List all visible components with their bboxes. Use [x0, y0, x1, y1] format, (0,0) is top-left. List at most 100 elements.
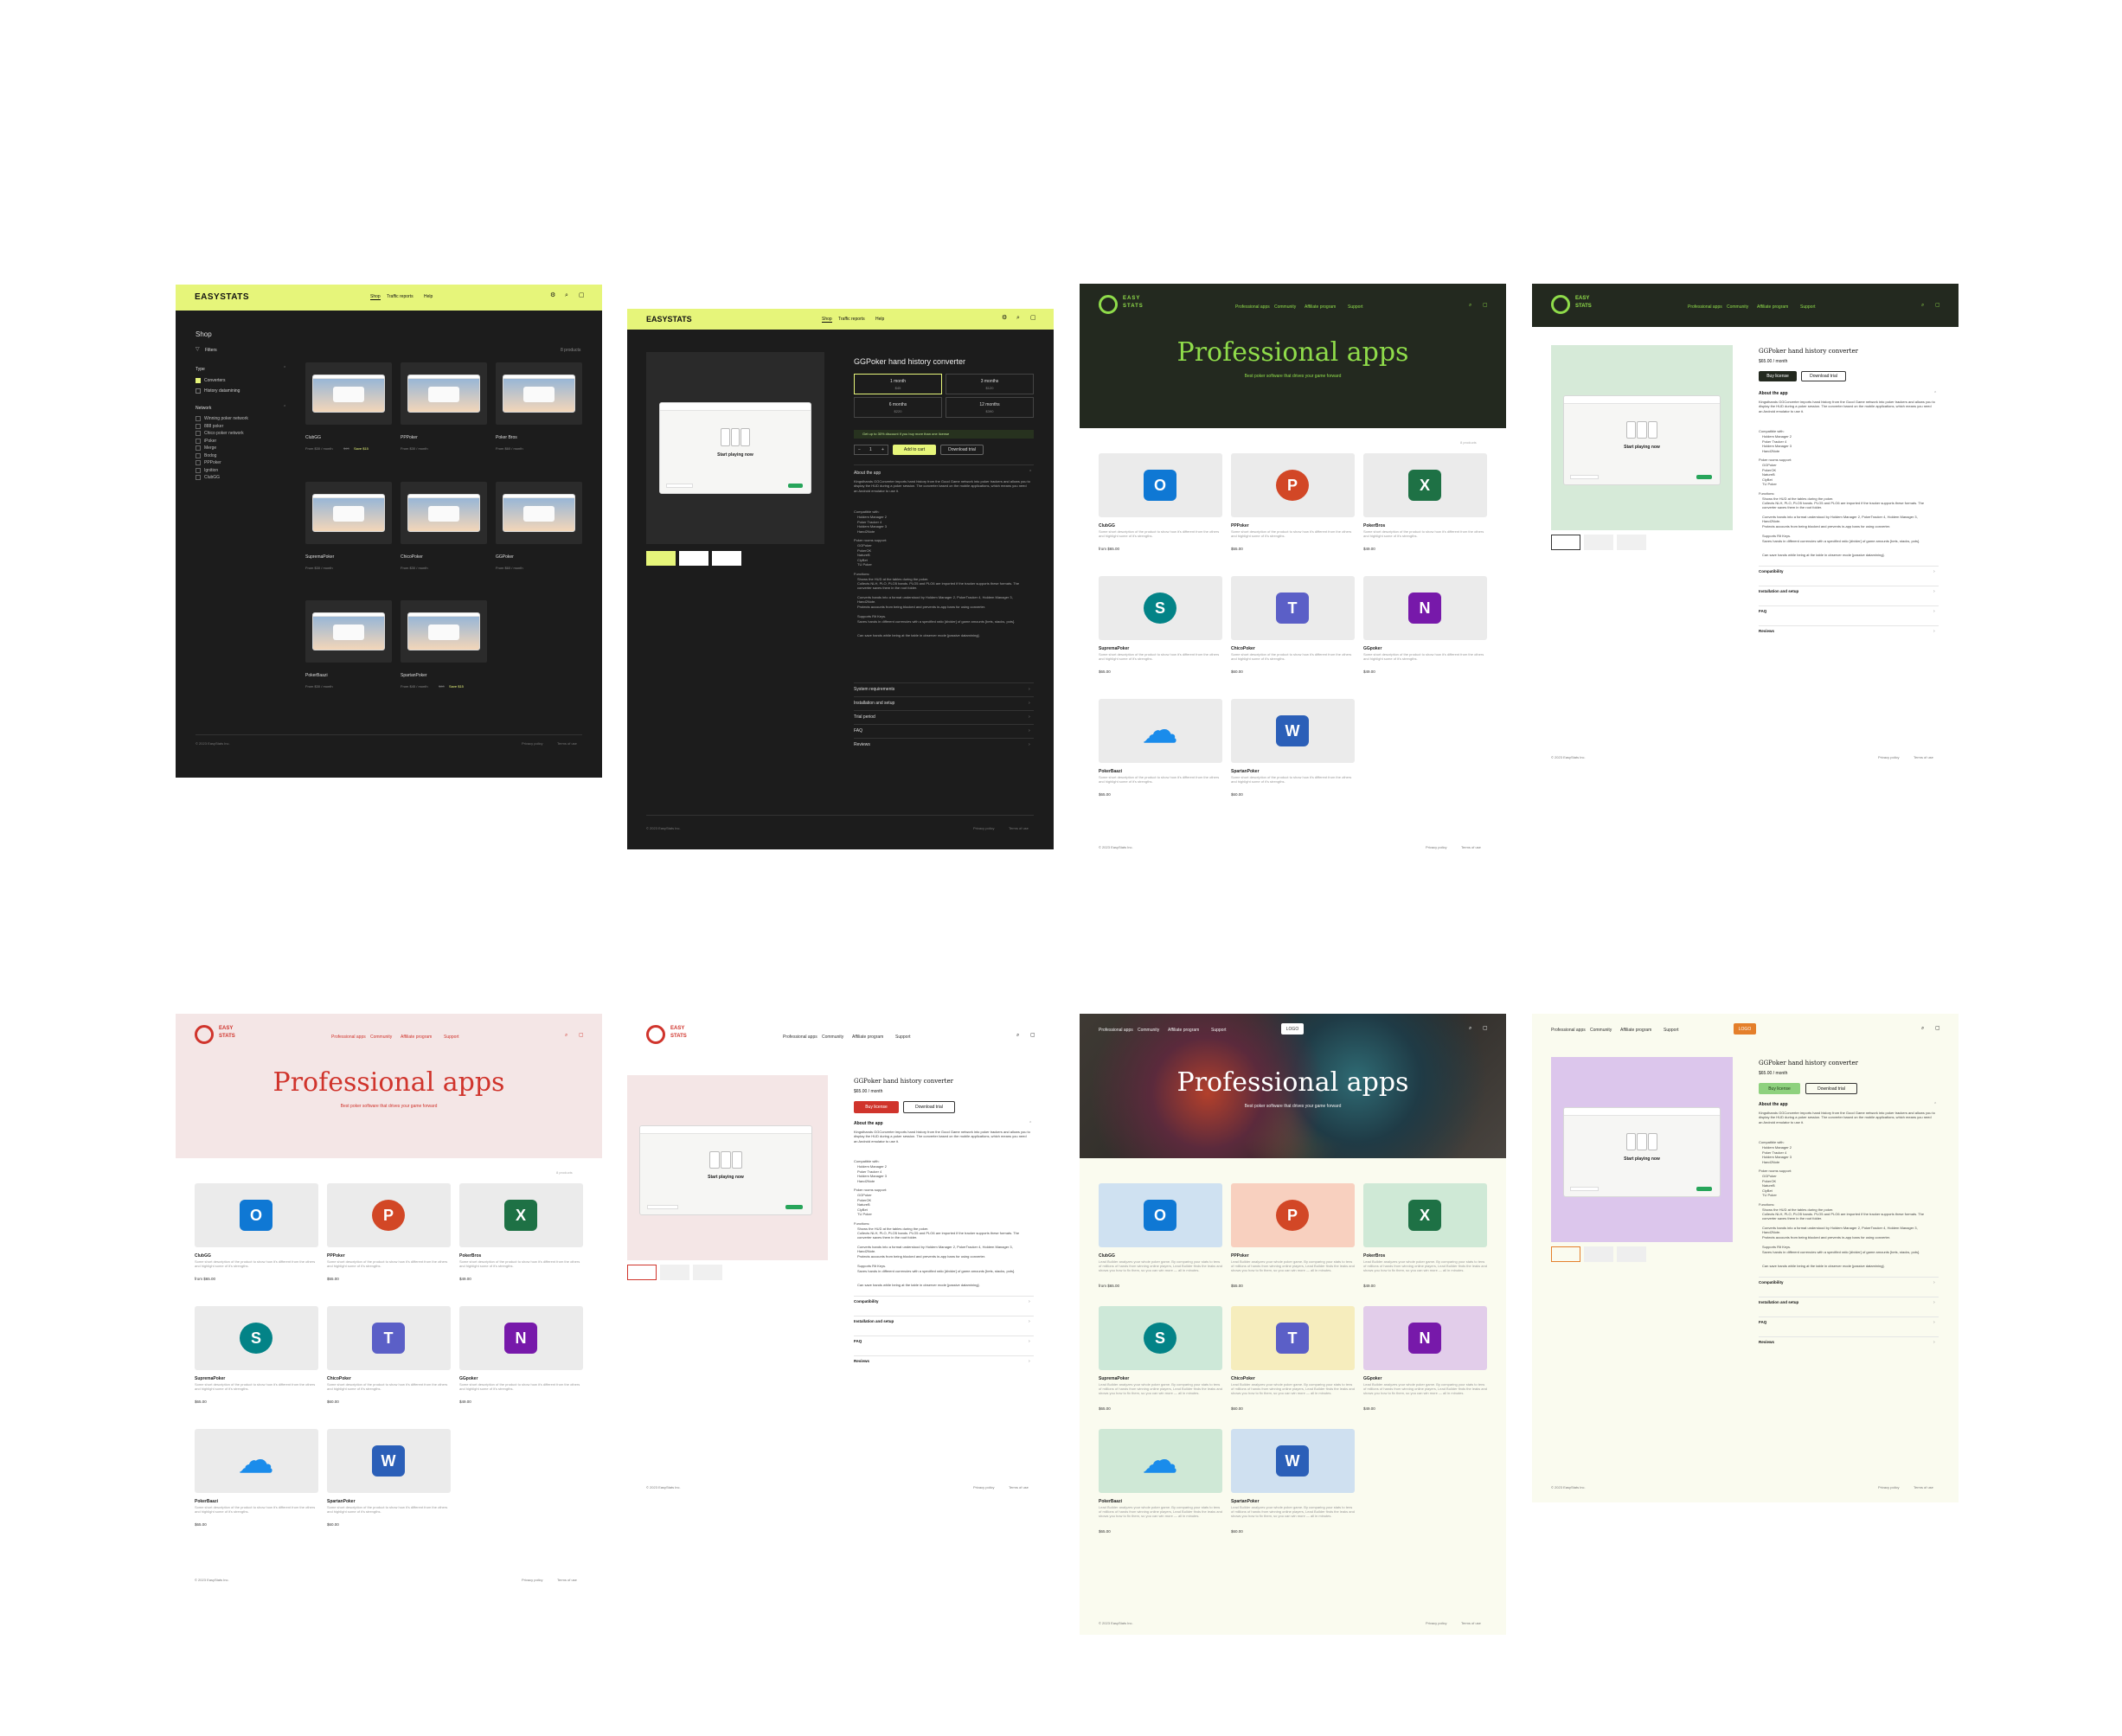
nav-help[interactable]: Help: [424, 294, 433, 299]
thumbnail[interactable]: [1617, 535, 1646, 550]
logo-badge[interactable]: LOGO: [1734, 1023, 1756, 1035]
filter-history-datamining[interactable]: History datamining: [204, 388, 240, 394]
footer-terms-link[interactable]: Terms of use: [1461, 845, 1481, 849]
wordmark-logo[interactable]: EASYSTATS: [646, 315, 692, 324]
thumbnail-active[interactable]: [627, 1265, 657, 1280]
search-icon[interactable]: ⌕: [1921, 303, 1924, 310]
wordmark-logo[interactable]: EASYSTATS: [195, 292, 249, 304]
filter-icon[interactable]: ▽: [196, 347, 200, 354]
product-name[interactable]: ClubGG: [1099, 523, 1115, 528]
thumbnail[interactable]: [693, 1265, 722, 1280]
footer-terms-link[interactable]: Terms of use: [1914, 755, 1933, 759]
accordion-about[interactable]: About the app: [854, 1121, 883, 1126]
product-name[interactable]: GGpoker: [1363, 646, 1382, 651]
product-name[interactable]: ClubGG: [305, 435, 321, 440]
product-name[interactable]: PokerBaazi: [195, 1499, 218, 1504]
product-card-image[interactable]: [496, 482, 582, 544]
chevron-right-icon[interactable]: ›: [1029, 1319, 1030, 1324]
thumbnail[interactable]: [679, 551, 708, 566]
product-card-image[interactable]: [305, 482, 392, 544]
logo-text[interactable]: EASY: [219, 1026, 233, 1033]
nav-link[interactable]: Community: [370, 1035, 392, 1040]
product-image[interactable]: P: [1231, 453, 1355, 517]
cart-icon[interactable]: ▢: [1935, 1026, 1940, 1033]
checkbox[interactable]: [196, 460, 201, 465]
product-name[interactable]: GGPoker: [496, 554, 514, 560]
product-image[interactable]: X: [1363, 1183, 1487, 1247]
nav-link[interactable]: Affiliate program: [401, 1035, 432, 1040]
product-card-image[interactable]: [305, 600, 392, 663]
chevron-right-icon[interactable]: ›: [1029, 687, 1030, 692]
settings-icon[interactable]: ⚙: [1002, 315, 1007, 323]
nav-shop[interactable]: Shop: [822, 317, 832, 323]
logo-icon[interactable]: [195, 1025, 214, 1044]
product-name[interactable]: PPPoker: [1231, 523, 1249, 528]
chevron-right-icon[interactable]: ›: [1933, 1280, 1935, 1285]
nav-help[interactable]: Help: [875, 317, 884, 322]
accordion-header[interactable]: Installation and setup: [1759, 589, 1798, 594]
accordion-header[interactable]: Trial period: [854, 714, 875, 720]
accordion-header[interactable]: Installation and setup: [854, 1319, 894, 1324]
footer-terms-link[interactable]: Terms of use: [1009, 1485, 1029, 1489]
product-image[interactable]: O: [1099, 1183, 1222, 1247]
cart-icon[interactable]: ▢: [1030, 1033, 1035, 1040]
chevron-up-icon[interactable]: ⌃: [283, 405, 286, 410]
chevron-right-icon[interactable]: ›: [1933, 1340, 1935, 1345]
logo-text[interactable]: EASY: [1123, 296, 1140, 303]
accordion-header[interactable]: Reviews: [854, 1359, 869, 1364]
nav-link[interactable]: Community: [1274, 304, 1296, 310]
logo-text[interactable]: STATS: [670, 1034, 687, 1041]
footer-privacy-link[interactable]: Privacy policy: [1878, 1485, 1899, 1489]
accordion-header[interactable]: Compatibility: [854, 1299, 879, 1304]
chevron-right-icon[interactable]: ›: [1933, 569, 1935, 574]
product-name[interactable]: SpartanPoker: [327, 1499, 356, 1504]
filter-network[interactable]: Merge: [204, 445, 216, 451]
footer-privacy-link[interactable]: Privacy policy: [973, 826, 994, 830]
product-image[interactable]: W: [1231, 699, 1355, 763]
chevron-right-icon[interactable]: ›: [1029, 714, 1030, 720]
checkbox[interactable]: [196, 423, 201, 429]
accordion-header[interactable]: Installation and setup: [1759, 1300, 1798, 1305]
thumbnail[interactable]: [712, 551, 741, 566]
product-name[interactable]: PokerBros: [459, 1253, 481, 1259]
product-name[interactable]: ChicoPoker: [401, 554, 423, 560]
footer-terms-link[interactable]: Terms of use: [557, 1578, 577, 1582]
product-image[interactable]: P: [1231, 1183, 1355, 1247]
buy-license-button[interactable]: Buy license: [854, 1101, 899, 1113]
product-name[interactable]: SpartanPoker: [1231, 1499, 1260, 1504]
chevron-right-icon[interactable]: ›: [1933, 1300, 1935, 1305]
accordion-about[interactable]: About the app: [1759, 1102, 1788, 1107]
accordion-header[interactable]: Reviews: [854, 742, 870, 747]
product-image[interactable]: S: [1099, 1306, 1222, 1370]
filter-network[interactable]: ClubGG: [204, 475, 220, 480]
product-image[interactable]: X: [1363, 453, 1487, 517]
nav-link[interactable]: Support: [895, 1035, 911, 1040]
footer-terms-link[interactable]: Terms of use: [1009, 826, 1029, 830]
nav-link[interactable]: Affiliate program: [1620, 1028, 1651, 1033]
accordion-header[interactable]: FAQ: [1759, 609, 1766, 614]
product-image[interactable]: ☁: [195, 1429, 318, 1493]
product-image[interactable]: O: [1099, 453, 1222, 517]
checkbox[interactable]: [196, 445, 201, 451]
type-label[interactable]: Type: [196, 367, 205, 372]
product-name[interactable]: Poker Bros: [496, 435, 517, 440]
search-icon[interactable]: ⌕: [1921, 1026, 1924, 1033]
checkbox-history[interactable]: [196, 388, 201, 394]
plus-icon[interactable]: +: [881, 447, 884, 452]
product-image[interactable]: T: [1231, 576, 1355, 640]
nav-link[interactable]: Professional apps: [1235, 304, 1270, 310]
nav-link[interactable]: Community: [822, 1035, 843, 1040]
chevron-up-icon[interactable]: ⌃: [1933, 1102, 1937, 1107]
nav-link[interactable]: Support: [444, 1035, 459, 1040]
accordion-header[interactable]: Installation and setup: [854, 701, 894, 706]
product-image[interactable]: X: [459, 1183, 583, 1247]
network-label[interactable]: Network: [196, 406, 211, 411]
footer-terms-link[interactable]: Terms of use: [557, 741, 577, 746]
checkbox[interactable]: [196, 416, 201, 421]
thumbnail[interactable]: [1584, 1246, 1613, 1262]
search-icon[interactable]: ⌕: [1016, 1033, 1019, 1040]
nav-link[interactable]: Affiliate program: [1757, 304, 1788, 310]
accordion-header[interactable]: Compatibility: [1759, 569, 1784, 574]
footer-privacy-link[interactable]: Privacy policy: [522, 741, 542, 746]
plan-option[interactable]: 6 months $220: [854, 397, 942, 418]
